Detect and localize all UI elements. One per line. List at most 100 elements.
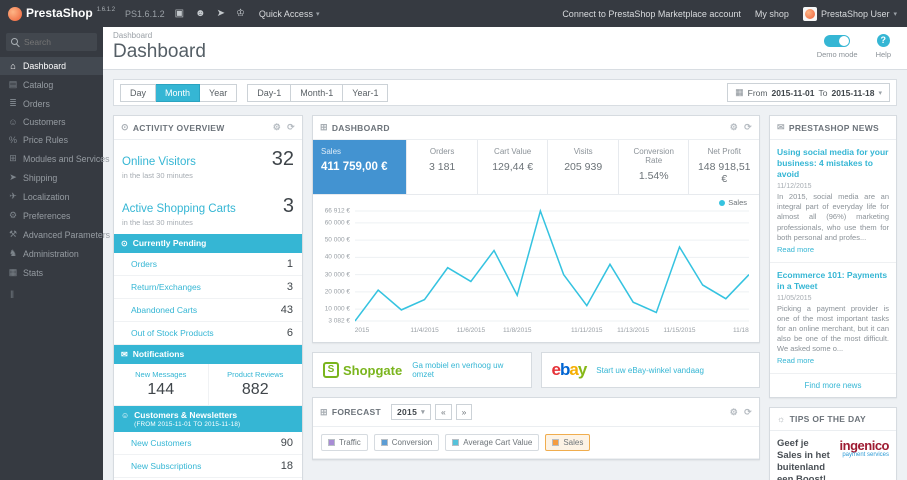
forecast-legend-traffic[interactable]: Traffic (321, 434, 368, 451)
gear-icon: ⚙ (8, 210, 18, 220)
sidebar-item-orders[interactable]: ≣ Orders (0, 94, 103, 113)
shopgate-link[interactable]: Ga mobiel en verhoog uw omzet (412, 361, 520, 379)
read-more-link[interactable]: Read more (777, 245, 814, 254)
gear-icon[interactable]: ⚙ (273, 122, 281, 133)
refresh-icon[interactable]: ⟳ (287, 122, 295, 133)
news-article-title[interactable]: Using social media for your business: 4 … (777, 147, 889, 180)
sidebar-item-advanced-parameters[interactable]: ⚒ Advanced Parameters (0, 225, 110, 244)
refresh-icon[interactable]: ⟳ (744, 407, 752, 418)
tips-panel-header: ☼ TIPS OF THE DAY (770, 408, 896, 432)
chevron-down-icon: ▾ (315, 10, 320, 18)
prestashop-logo[interactable]: PrestaShop 1.6.1.2 (0, 6, 123, 21)
main-area: Dashboard Dashboard Demo mode ? Help Day… (103, 27, 907, 480)
forecast-next-button[interactable]: » (455, 404, 473, 420)
online-visitors-link[interactable]: Online Visitors (122, 156, 196, 168)
notifications-header: ✉ Notifications (114, 345, 302, 364)
kpi-net-profit[interactable]: Net Profit 148 918,51 € (689, 140, 759, 194)
forecast-year-select[interactable]: 2015 ▾ (391, 404, 431, 420)
ebay-link[interactable]: Start uw eBay-winkel vandaag (596, 366, 704, 375)
forecast-legend-conversion[interactable]: Conversion (373, 434, 440, 451)
day-1-button[interactable]: Day-1 (247, 83, 292, 102)
my-shop-link[interactable]: My shop (755, 9, 789, 19)
new-subscriptions-row[interactable]: New Subscriptions 18 (114, 455, 302, 479)
sidebar-item-shipping[interactable]: ➤ Shipping (0, 168, 103, 187)
chart-plot (355, 207, 749, 325)
sidebar-item-preferences[interactable]: ⚙ Preferences (0, 206, 103, 225)
demo-mode-control: Demo mode (817, 34, 858, 59)
shop-version-label: PS1.6.1.2 (125, 8, 165, 19)
chart-legend[interactable]: Sales (719, 198, 747, 207)
orders-icon: ≣ (9, 98, 17, 108)
year-1-button[interactable]: Year-1 (343, 83, 389, 102)
news-article: Ecommerce 101: Payments in a Tweet 11/05… (770, 263, 896, 375)
sidebar-item-localization[interactable]: ✈ Localization (0, 187, 103, 206)
page-title: Dashboard (113, 41, 206, 62)
trophy-icon[interactable]: ♔ (236, 8, 245, 19)
day-button[interactable]: Day (120, 83, 157, 102)
kpi-orders[interactable]: Orders 3 181 (407, 140, 478, 194)
sidebar-item-customers[interactable]: ☺ Customers (0, 113, 103, 131)
out-of-stock-row[interactable]: Out of Stock Products 6 (114, 322, 302, 345)
news-article-title[interactable]: Ecommerce 101: Payments in a Tweet (777, 270, 889, 292)
forecast-legend-average-cart-value[interactable]: Average Cart Value (445, 434, 540, 451)
refresh-icon[interactable]: ⟳ (744, 122, 752, 133)
date-range-picker[interactable]: ▦ From 2015-11-01 To 2015-11-18 ▾ (727, 83, 890, 102)
kpi-sales[interactable]: Sales 411 759,00 € (313, 140, 408, 194)
sidebar-item-stats[interactable]: ▦ Stats (0, 263, 103, 282)
forecast-icon: ⊞ (320, 406, 328, 417)
send-icon[interactable]: ➤ (217, 8, 225, 19)
sidebar-item-administration[interactable]: ♞ Administration (0, 244, 103, 263)
sidebar-item-catalog[interactable]: ▤ Catalog (0, 75, 103, 94)
logo-text: PrestaShop (26, 6, 93, 20)
cart-icon[interactable]: ▣ (175, 8, 184, 19)
customer-icon[interactable]: ☻ (195, 8, 206, 19)
news-article-date: 11/05/2015 (777, 294, 812, 302)
tips-icon: ☼ (777, 414, 786, 425)
help-control: ? Help (876, 34, 891, 59)
version-badge: 1.6.1.2 (96, 7, 116, 13)
sidebar-search[interactable] (6, 33, 97, 51)
calendar-icon: ▦ (735, 87, 744, 97)
pending-returns-row[interactable]: Return/Exchanges 3 (114, 276, 302, 299)
content: Day Month Year Day-1 Month-1 Year-1 ▦ Fr… (103, 70, 907, 480)
prestashop-logo-icon (8, 7, 22, 21)
activity-icon: ⊙ (121, 122, 129, 132)
product-reviews-stat[interactable]: Product Reviews 882 (207, 364, 303, 405)
abandoned-carts-row[interactable]: Abandoned Carts 43 (114, 299, 302, 322)
sidebar-menu: ⌂ Dashboard ▤ Catalog ≣ Orders ☺ Customers %… (0, 57, 110, 282)
kpi-cart-value[interactable]: Cart Value 129,44 € (478, 140, 549, 194)
marketplace-connect-link[interactable]: Connect to PrestaShop Marketplace accoun… (562, 9, 741, 19)
pending-orders-row[interactable]: Orders 1 (114, 253, 302, 276)
sidebar-collapse-button[interactable]: ‖ (0, 282, 103, 309)
quick-access-dropdown[interactable]: Quick Access ▾ (259, 9, 320, 19)
demo-mode-toggle[interactable] (824, 35, 851, 47)
find-more-news-link[interactable]: Find more news (770, 374, 896, 397)
year-button[interactable]: Year (200, 83, 238, 102)
month-button[interactable]: Month (156, 83, 201, 102)
kpi-conversion-rate[interactable]: Conversion Rate 1.54% (619, 140, 690, 194)
user-menu[interactable]: PrestaShop User ▾ (802, 6, 897, 21)
sidebar-item-price-rules[interactable]: % Price Rules (0, 131, 103, 149)
sales-chart-svg (355, 208, 749, 322)
month-1-button[interactable]: Month-1 (291, 83, 344, 102)
forecast-prev-button[interactable]: « (434, 404, 452, 420)
forecast-legend-sales[interactable]: Sales (545, 434, 591, 451)
tips-headline: Geef je Sales in het buitenland een Boos… (777, 438, 830, 480)
legend-dot-icon (719, 199, 726, 206)
shipping-icon: ➤ (9, 172, 17, 182)
gear-icon[interactable]: ⚙ (730, 122, 738, 133)
read-more-link[interactable]: Read more (777, 356, 814, 365)
user-name: PrestaShop User (820, 8, 890, 19)
active-carts-link[interactable]: Active Shopping Carts (122, 203, 236, 215)
help-icon[interactable]: ? (876, 34, 890, 47)
sidebar-item-dashboard[interactable]: ⌂ Dashboard (0, 57, 103, 75)
forecast-legend-swatch (452, 439, 460, 446)
stats-icon: ▦ (8, 267, 18, 277)
sidebar-item-modules[interactable]: ⊞ Modules and Services (0, 149, 109, 168)
new-customers-row[interactable]: New Customers 90 (114, 432, 302, 456)
kpi-visits[interactable]: Visits 205 939 (548, 140, 619, 194)
gear-icon[interactable]: ⚙ (730, 407, 738, 418)
news-article: Using social media for your business: 4 … (770, 140, 896, 263)
new-messages-stat[interactable]: New Messages 144 (114, 364, 208, 405)
search-input[interactable] (24, 37, 96, 47)
